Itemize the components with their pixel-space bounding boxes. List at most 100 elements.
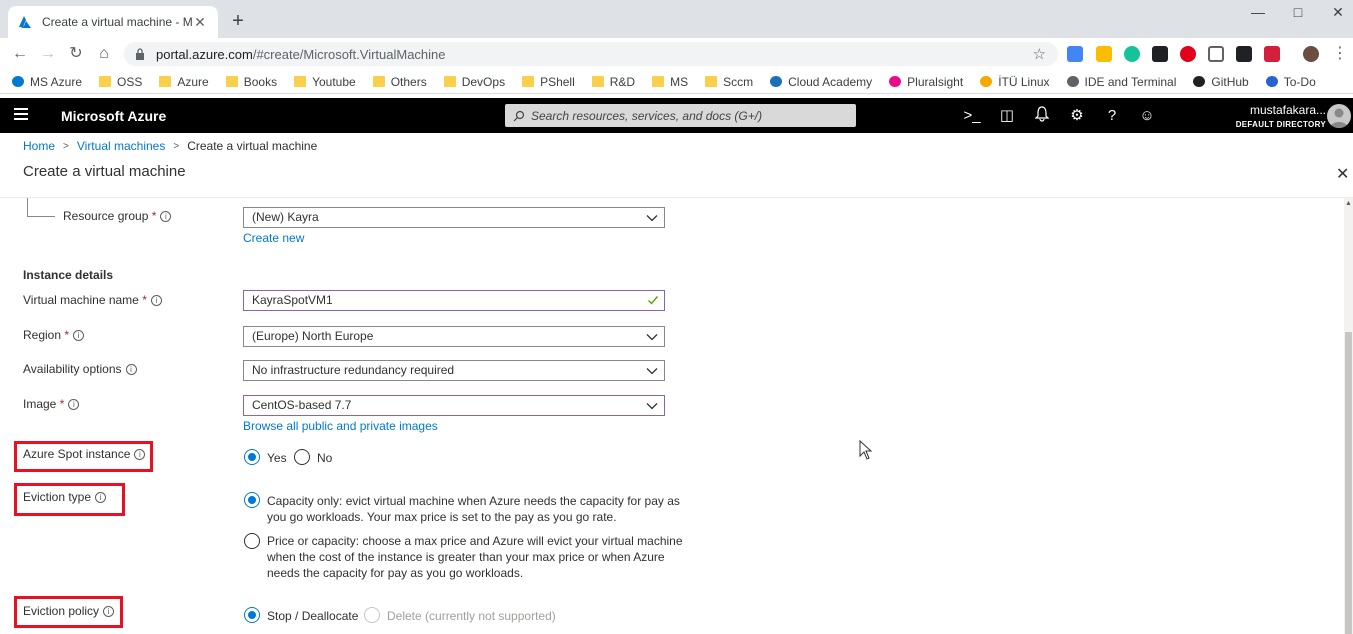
notifications-bell-icon[interactable] <box>1032 106 1052 126</box>
info-icon[interactable]: i <box>160 211 172 222</box>
help-icon[interactable]: ? <box>1102 106 1122 126</box>
bookmark-item[interactable]: MS Azure <box>12 75 82 89</box>
bookmark-item[interactable]: DevOps <box>443 74 506 89</box>
info-icon[interactable]: i <box>150 295 162 306</box>
breadcrumb: Home > Virtual machines > Create a virtu… <box>23 139 317 153</box>
cloud-shell-icon[interactable]: >_ <box>962 106 982 126</box>
address-bar[interactable]: portal.azure.com/#create/Microsoft.Virtu… <box>124 42 1058 66</box>
eviction-stop-deallocate-radio[interactable] <box>244 607 260 623</box>
spot-yes-label[interactable]: Yes <box>267 450 287 466</box>
info-icon[interactable]: i <box>134 449 146 460</box>
scrollbar-thumb[interactable] <box>1345 332 1352 634</box>
new-tab-icon[interactable]: + <box>228 10 248 32</box>
adblock-extension-icon[interactable] <box>1180 46 1196 62</box>
browser-toolbar: ← → ↻ ⌂ portal.azure.com/#create/Microso… <box>0 38 1353 70</box>
window-close-icon[interactable]: ✕ <box>1328 4 1348 21</box>
user-avatar[interactable] <box>1327 104 1351 128</box>
bookmark-item[interactable]: PShell <box>522 75 575 89</box>
spot-yes-radio[interactable] <box>244 449 260 465</box>
maximize-icon[interactable]: □ <box>1288 4 1308 20</box>
info-icon[interactable]: i <box>125 364 137 375</box>
puzzle-extension-icon[interactable] <box>1152 46 1168 62</box>
folder-icon <box>372 76 385 87</box>
chrome-menu-icon[interactable]: ⋮ <box>1328 42 1352 66</box>
bookmark-item[interactable]: Cloud Academy <box>770 75 872 89</box>
bookmark-item[interactable]: Azure <box>159 75 209 89</box>
buffer-extension-icon[interactable] <box>1236 46 1252 62</box>
bookmark-label: R&D <box>609 74 636 89</box>
availability-dropdown[interactable]: No infrastructure redundancy required <box>243 360 665 381</box>
bookmark-star-icon[interactable]: ☆ <box>1033 45 1046 63</box>
vm-name-input[interactable]: KayraSpotVM1 <box>243 290 665 311</box>
bookmark-item[interactable]: MS <box>652 75 688 89</box>
brand-title[interactable]: Microsoft Azure <box>61 108 166 124</box>
forward-icon[interactable]: → <box>36 42 60 66</box>
minimize-icon[interactable]: — <box>1248 4 1268 20</box>
vertical-scrollbar[interactable]: ▲ <box>1344 198 1353 634</box>
bookmarks-bar: MS Azure OSS Azure Books Youtube Others DevOps… <box>0 70 1353 94</box>
folder-icon <box>652 76 665 87</box>
bookmark-label: Others <box>390 74 427 89</box>
info-icon[interactable]: i <box>95 492 107 503</box>
browser-tab-strip: Create a virtual machine - Micros ✕ + — … <box>0 0 1353 38</box>
image-dropdown[interactable]: CentOS-based 7.7 <box>243 395 665 416</box>
availability-label: Availability options i <box>23 362 137 376</box>
bookmark-item[interactable]: Books <box>225 75 277 89</box>
eviction-price-or-capacity-radio[interactable] <box>244 533 260 549</box>
notes-extension-icon[interactable] <box>1096 46 1112 62</box>
account-menu[interactable]: mustafakara... DEFAULT DIRECTORY <box>1186 103 1326 129</box>
bookmark-item[interactable]: OSS <box>99 75 142 89</box>
settings-gear-icon[interactable]: ⚙ <box>1067 106 1087 126</box>
feedback-smiley-icon[interactable]: ☺ <box>1137 106 1157 126</box>
ad-extension-icon[interactable] <box>1264 46 1280 62</box>
browser-tab[interactable]: Create a virtual machine - Micros ✕ <box>8 6 218 38</box>
github-icon <box>1193 76 1206 87</box>
tab-close-icon[interactable]: ✕ <box>192 14 208 31</box>
info-icon[interactable]: i <box>68 399 80 410</box>
bookmark-label: MS <box>670 74 689 89</box>
info-icon[interactable]: i <box>103 606 115 617</box>
eviction-price-or-capacity-label[interactable]: Price or capacity: choose a max price an… <box>267 533 683 581</box>
spot-no-label[interactable]: No <box>317 450 332 466</box>
spot-no-radio[interactable] <box>294 449 310 465</box>
region-dropdown[interactable]: (Europe) North Europe <box>243 326 665 347</box>
bookmark-item[interactable]: Others <box>372 74 427 89</box>
region-label: Region * i <box>23 328 85 342</box>
tree-connector <box>27 198 28 216</box>
translate-extension-icon[interactable] <box>1067 46 1083 62</box>
itu-icon <box>980 76 993 87</box>
eviction-capacity-only-label[interactable]: Capacity only: evict virtual machine whe… <box>267 493 680 525</box>
bookmark-item[interactable]: GitHub <box>1193 75 1249 89</box>
directory-filter-icon[interactable]: ◫ <box>997 106 1017 126</box>
bookmark-item[interactable]: İTÜ Linux <box>980 75 1050 89</box>
bookmark-item[interactable]: R&D <box>591 74 636 89</box>
resource-group-dropdown[interactable]: (New) Kayra <box>243 207 665 228</box>
reload-icon[interactable]: ↻ <box>64 42 88 66</box>
pocket-extension-icon[interactable] <box>1208 46 1224 62</box>
todo-icon <box>1265 76 1278 87</box>
global-search-input[interactable]: Search resources, services, and docs (G+… <box>505 104 856 127</box>
grammarly-extension-icon[interactable] <box>1124 46 1140 62</box>
bookmark-item[interactable]: Sccm <box>705 75 753 89</box>
home-icon[interactable]: ⌂ <box>92 42 116 66</box>
scroll-up-icon[interactable]: ▲ <box>1345 200 1352 207</box>
bookmark-item[interactable]: Youtube <box>294 75 356 89</box>
menu-hamburger-icon[interactable] <box>14 108 28 123</box>
bookmark-item[interactable]: To-Do <box>1265 75 1316 89</box>
breadcrumb-home[interactable]: Home <box>23 139 55 153</box>
back-icon[interactable]: ← <box>8 42 32 66</box>
eviction-stop-deallocate-label[interactable]: Stop / Deallocate <box>267 608 358 624</box>
browse-images-link[interactable]: Browse all public and private images <box>243 419 438 433</box>
eviction-capacity-only-radio[interactable] <box>244 492 260 508</box>
bookmark-label: Youtube <box>312 74 356 89</box>
info-icon[interactable]: i <box>73 330 85 341</box>
profile-avatar-icon[interactable] <box>1303 46 1319 62</box>
bookmark-item[interactable]: IDE and Terminal <box>1066 75 1176 89</box>
bookmark-label: DevOps <box>461 74 506 89</box>
breadcrumb-virtual-machines[interactable]: Virtual machines <box>77 139 166 153</box>
eviction-type-label: Eviction type i <box>23 490 107 504</box>
bookmark-label: Cloud Academy <box>788 74 873 89</box>
bookmark-item[interactable]: Pluralsight <box>889 75 963 89</box>
create-new-link[interactable]: Create new <box>243 231 304 245</box>
close-blade-icon[interactable]: ✕ <box>1336 164 1349 184</box>
